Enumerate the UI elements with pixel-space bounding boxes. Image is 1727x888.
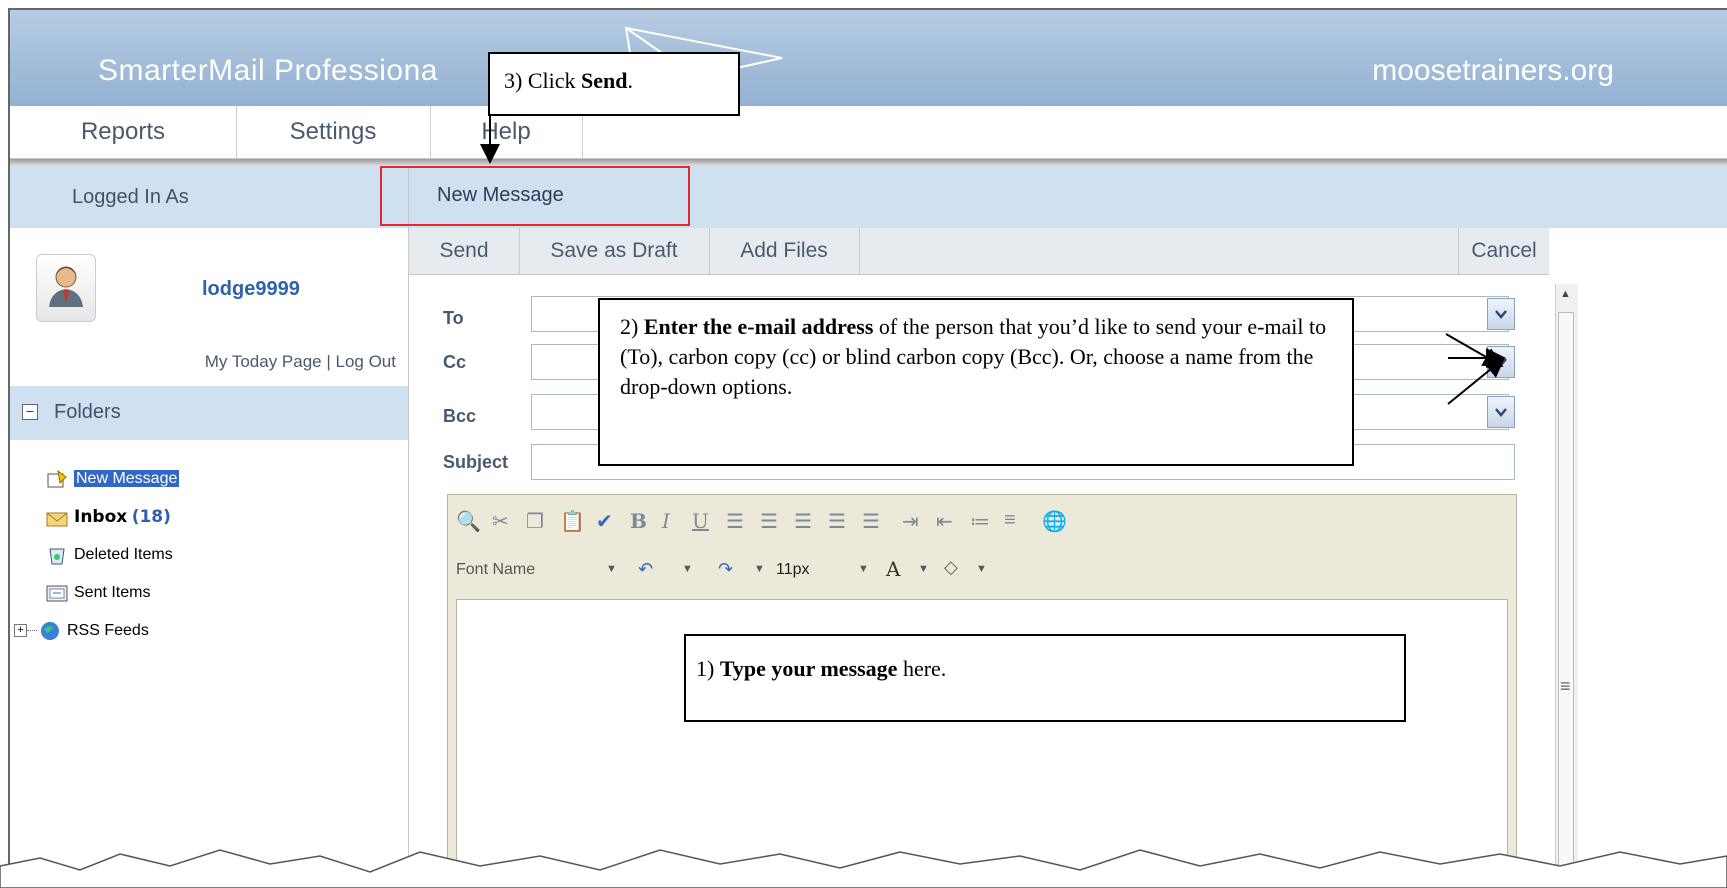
arrow-to-bcc-dropdown xyxy=(1447,357,1506,405)
torn-edge-decoration xyxy=(0,849,1727,888)
annotation-arrows xyxy=(480,116,1506,405)
arrow-to-to-dropdown xyxy=(1445,333,1504,367)
